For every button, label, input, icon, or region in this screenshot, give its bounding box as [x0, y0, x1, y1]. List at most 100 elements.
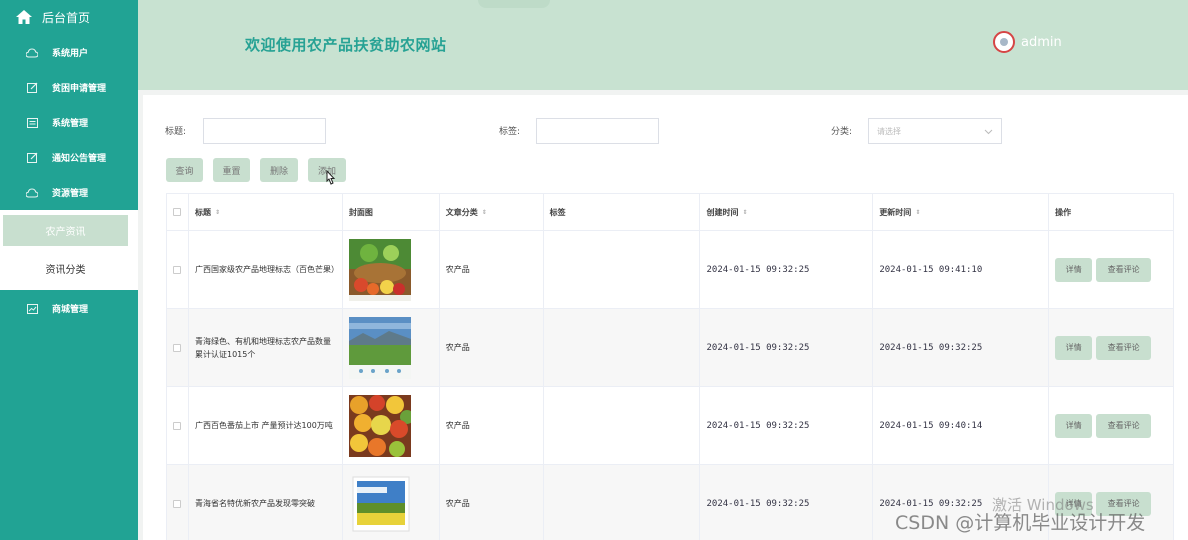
- sidebar-item-mall-management[interactable]: 商城管理: [0, 291, 138, 326]
- tags-cell: [544, 387, 701, 464]
- row-select-cell: [167, 231, 189, 308]
- home-icon: [16, 10, 32, 24]
- edit-icon: [26, 152, 38, 164]
- header-updated[interactable]: 更新时间 ⇕: [873, 194, 1050, 230]
- sidebar-item-poverty-application[interactable]: 贫困申请管理: [0, 70, 138, 105]
- query-button[interactable]: 查询: [166, 158, 203, 182]
- header-category[interactable]: 文章分类 ⇕: [440, 194, 544, 230]
- delete-button[interactable]: 删除: [260, 158, 298, 182]
- sidebar-item-resource-management[interactable]: 资源管理: [0, 175, 138, 210]
- category-select[interactable]: 请选择: [868, 118, 1002, 144]
- row-select-cell: [167, 465, 189, 540]
- view-comments-button[interactable]: 查看评论: [1096, 257, 1152, 282]
- header-created[interactable]: 创建时间 ⇕: [700, 194, 874, 230]
- title-cell: 青海省名特优新农产品发现零突破: [189, 465, 343, 540]
- row-category: 农产品: [445, 421, 470, 430]
- row-updated: 2024-01-15 09:40:14: [879, 420, 983, 431]
- chevron-down-icon: [984, 129, 993, 135]
- updated-cell: 2024-01-15 09:40:14: [873, 387, 1050, 464]
- header-tags: 标签: [544, 194, 701, 230]
- reset-button[interactable]: 重置: [213, 158, 250, 182]
- cloud-icon: [26, 187, 38, 199]
- detail-button[interactable]: 详情: [1055, 257, 1093, 282]
- header-title-label: 标题: [194, 207, 211, 217]
- main-content: 标题: 标签: 分类: 请选择 查询 重置 删除 添加 标题⇕ 封面图 文章分类…: [143, 95, 1188, 540]
- row-checkbox[interactable]: [173, 421, 182, 430]
- created-cell: 2024-01-15 09:32:25: [700, 465, 874, 540]
- header-ops: 操作: [1049, 194, 1175, 230]
- sidebar-submenu: 农产资讯 资讯分类: [0, 210, 138, 290]
- table-row: 广西国家级农产品地理标志（百色芒果） 农产品 2024-01-15 09:32:…: [167, 231, 1175, 309]
- table-row: 青海绿色、有机和地理标志农产品数量累计认证1015个 农产品 2024-01-1…: [167, 309, 1175, 387]
- row-created: 2024-01-15 09:32:25: [706, 264, 810, 275]
- sidebar-item-label: 贫困申请管理: [52, 84, 107, 94]
- sidebar-subitem-label: 农产资讯: [45, 227, 86, 238]
- page-title: 欢迎使用农产品扶贫助农网站: [245, 36, 447, 54]
- header-created-label: 创建时间: [706, 207, 739, 217]
- row-checkbox[interactable]: [173, 265, 182, 274]
- sort-icon[interactable]: ⇕: [742, 209, 747, 216]
- tag-search-input[interactable]: [536, 118, 659, 144]
- header-cover: 封面图: [343, 194, 440, 230]
- table-row: 广西百色番茄上市 产量预计达100万吨 农产品 2024-01-15 09:32…: [167, 387, 1175, 465]
- csdn-watermark: CSDN @计算机毕业设计开发: [895, 512, 1146, 534]
- row-title: 广西国家级农产品地理标志（百色芒果）: [194, 265, 339, 274]
- sidebar-subitem-agri-news[interactable]: 农产资讯: [3, 215, 128, 246]
- view-comments-button[interactable]: 查看评论: [1096, 335, 1152, 360]
- updated-cell: 2024-01-15 09:32:25: [873, 309, 1050, 386]
- view-comments-button[interactable]: 查看评论: [1096, 413, 1152, 438]
- row-created: 2024-01-15 09:32:25: [706, 498, 810, 509]
- tag-search-label: 标签:: [499, 127, 521, 137]
- detail-button[interactable]: 详情: [1055, 413, 1093, 438]
- sidebar-item-label: 资源管理: [52, 189, 89, 199]
- sidebar-item-system-users[interactable]: 系统用户: [0, 35, 138, 70]
- tags-cell: [544, 231, 701, 308]
- detail-button[interactable]: 详情: [1055, 335, 1093, 360]
- avatar: [993, 31, 1015, 53]
- header-cover-label: 封面图: [348, 207, 373, 217]
- username: admin: [1021, 34, 1062, 50]
- tags-cell: [544, 465, 701, 540]
- sort-icon[interactable]: ⇕: [482, 209, 487, 216]
- category-cell: 农产品: [440, 231, 544, 308]
- header-decoration: [478, 0, 550, 8]
- sidebar-home-label: 后台首页: [42, 10, 91, 25]
- row-title: 广西百色番茄上市 产量预计达100万吨: [194, 421, 333, 430]
- sidebar-item-notice-management[interactable]: 通知公告管理: [0, 140, 138, 175]
- news-table: 标题 ⇕ 封面图 文章分类 ⇕ 标签 创建时间 ⇕ 更新时间 ⇕ 操作 广西国家级农产品…: [166, 193, 1175, 540]
- title-cell: 青海绿色、有机和地理标志农产品数量累计认证1015个: [189, 309, 343, 386]
- row-created: 2024-01-15 09:32:25: [706, 420, 810, 431]
- sidebar-item-system-management[interactable]: 系统管理: [0, 105, 138, 140]
- cover-image-fruits: [348, 394, 411, 457]
- cover-image-field: [348, 472, 411, 535]
- sidebar-item-label: 商城管理: [52, 305, 89, 315]
- header-category-label: 文章分类: [445, 207, 478, 217]
- sidebar-home[interactable]: 后台首页: [0, 0, 138, 34]
- category-select-placeholder: 请选择: [877, 126, 901, 136]
- sort-icon[interactable]: ⇕: [215, 209, 220, 216]
- sidebar-item-label: 系统用户: [52, 49, 89, 59]
- header-title[interactable]: 标题 ⇕: [189, 194, 343, 230]
- sort-icon[interactable]: ⇕: [915, 209, 920, 216]
- row-category: 农产品: [445, 343, 470, 352]
- cover-cell: [343, 387, 440, 464]
- ops-cell: 详情 查看评论: [1049, 309, 1175, 386]
- select-all-checkbox[interactable]: [173, 208, 182, 216]
- row-checkbox[interactable]: [173, 343, 182, 352]
- title-search-input[interactable]: [203, 118, 326, 144]
- header-updated-label: 更新时间: [879, 207, 912, 217]
- row-checkbox[interactable]: [173, 499, 182, 508]
- title-cell: 广西百色番茄上市 产量预计达100万吨: [189, 387, 343, 464]
- title-search-label: 标题:: [165, 127, 187, 137]
- created-cell: 2024-01-15 09:32:25: [700, 231, 874, 308]
- row-updated: 2024-01-15 09:32:25: [879, 342, 983, 353]
- sidebar-subitem-news-category[interactable]: 资讯分类: [3, 253, 128, 284]
- header-ops-label: 操作: [1055, 207, 1072, 217]
- row-updated: 2024-01-15 09:32:25: [879, 498, 983, 509]
- row-select-cell: [167, 387, 189, 464]
- row-select-cell: [167, 309, 189, 386]
- category-cell: 农产品: [440, 309, 544, 386]
- user-menu[interactable]: admin: [993, 31, 1062, 53]
- row-category: 农产品: [445, 499, 470, 508]
- cover-cell: [343, 309, 440, 386]
